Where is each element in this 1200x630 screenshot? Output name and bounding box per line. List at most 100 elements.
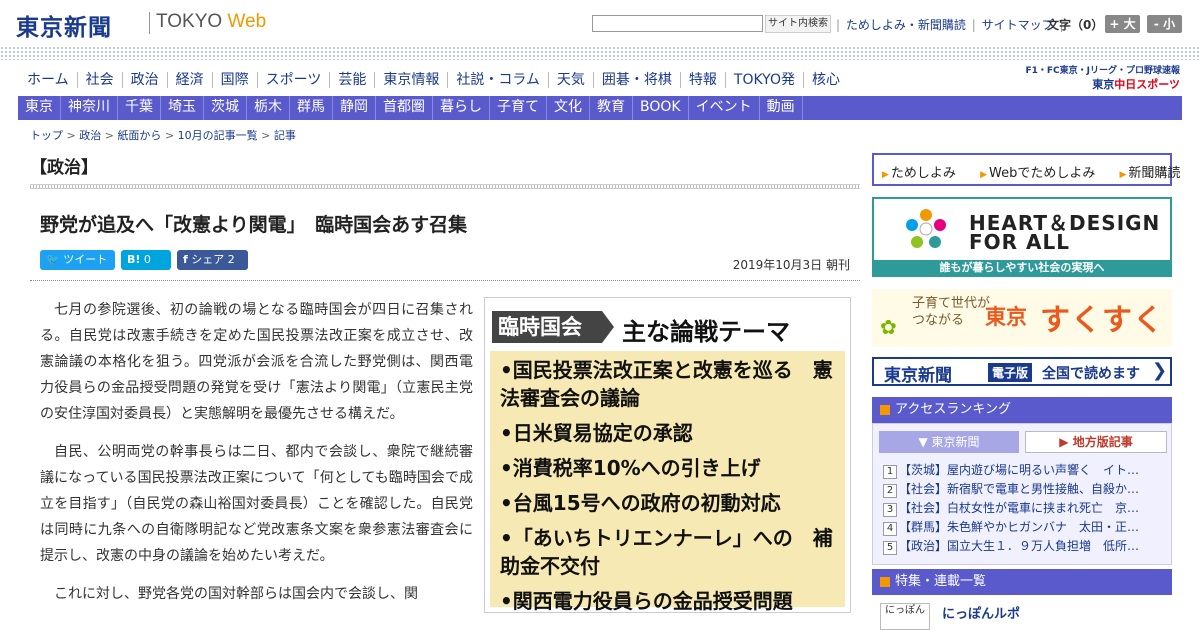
nav-sports[interactable]: スポーツ xyxy=(256,72,330,88)
heart-caption: 誰もが暮らしやすい社会の実現へ xyxy=(874,260,1170,275)
nav-tokyo-hatsu[interactable]: TOKYO発 xyxy=(724,72,803,88)
epaper-logo: 東京新聞 xyxy=(884,366,952,386)
subnav-item[interactable]: 栃木 xyxy=(247,96,290,120)
nav-special-report[interactable]: 特報 xyxy=(679,72,725,88)
subnav-item[interactable]: 教育 xyxy=(590,96,633,120)
font-smaller-button[interactable]: - 小 xyxy=(1147,15,1182,33)
nav-home[interactable]: ホーム xyxy=(18,72,77,88)
figure-item: •関西電力役員らの金品授受問題 xyxy=(500,589,793,613)
chunichi-logo: 東京中日スポーツ xyxy=(1010,76,1180,92)
subnav-item[interactable]: 東京 xyxy=(18,96,61,120)
subscribe-link[interactable]: ▶ 新聞購読 xyxy=(1119,166,1190,181)
facebook-label: シェア xyxy=(191,253,225,266)
nav-society[interactable]: 社会 xyxy=(76,72,122,88)
publish-date: 2019年10月3日 朝刊 xyxy=(732,258,850,272)
nav-economy[interactable]: 経済 xyxy=(166,72,212,88)
nav-igo-shogi[interactable]: 囲碁・将棋 xyxy=(592,72,680,88)
subnav-item[interactable]: 千葉 xyxy=(118,96,161,120)
rank-text: 【社会】新宿駅で電車と男性接触、自殺か… xyxy=(899,482,1140,496)
figure-list: •国民投票法改正案と改憲を巡る 憲法審査会の議論 •日米貿易協定の承認 •消費税… xyxy=(496,356,841,622)
site-logo[interactable]: 東京新聞 xyxy=(16,8,112,42)
ranking-item[interactable]: 4 【群馬】朱色鮮やかヒガンバナ 太田・正… xyxy=(883,518,1168,537)
subnav-item[interactable]: 群馬 xyxy=(290,96,333,120)
rank-text: 【茨城】屋内遊び場に明るい声響く イト… xyxy=(899,463,1140,477)
ranking-item[interactable]: 1 【茨城】屋内遊び場に明るい声響く イト… xyxy=(883,461,1168,480)
arrow-icon: ▶ xyxy=(1119,170,1127,180)
breadcrumb-politics[interactable]: 政治 xyxy=(79,129,101,142)
rank-number: 2 xyxy=(883,484,897,498)
subnav-item[interactable]: 静岡 xyxy=(333,96,376,120)
nav-kakushin[interactable]: 核心 xyxy=(802,72,848,88)
tokyo-sukusuku-banner[interactable]: ✿ 子育て世代が つながる 東京 すくすく xyxy=(872,289,1172,347)
subnav-item[interactable]: 暮らし xyxy=(433,96,490,120)
main-nav: ホーム 社会 政治 経済 国際 スポーツ 芸能 東京情報 社説・コラム 天気 囲碁・将棋 特報 TOKY… xyxy=(18,69,848,91)
web-trial-link[interactable]: ▶ Webでためしよみ xyxy=(980,166,1105,181)
logo-web-text: Web xyxy=(227,11,267,32)
nav-editorial[interactable]: 社説・コラム xyxy=(447,72,548,88)
heart-title-line2: FOR ALL xyxy=(969,230,1070,254)
subnav-item[interactable]: イベント xyxy=(689,96,760,120)
font-size-label: 文字（0） xyxy=(1047,18,1104,32)
nav-tokyo-info[interactable]: 東京情報 xyxy=(374,72,448,88)
nav-weather[interactable]: 天気 xyxy=(547,72,593,88)
subnav-item[interactable]: 神奈川 xyxy=(61,96,118,120)
subnav-item[interactable]: 子育て xyxy=(490,96,547,120)
breadcrumb-top[interactable]: トップ xyxy=(30,129,63,142)
search-input[interactable] xyxy=(592,15,763,32)
caret-right-icon: ▶ xyxy=(1059,435,1073,449)
section-divider xyxy=(30,184,860,189)
subnav-item[interactable]: 首都圏 xyxy=(376,96,433,120)
chunichi-sports-banner[interactable]: F1・FC東京・Jリーグ・プロ野球速報 東京中日スポーツ xyxy=(1010,63,1180,92)
tab-regional-label: 地方版記事 xyxy=(1072,435,1133,449)
nav-politics[interactable]: 政治 xyxy=(121,72,167,88)
chunichi-brand: 中日スポーツ xyxy=(1114,78,1180,91)
nav-international[interactable]: 国際 xyxy=(211,72,257,88)
breadcrumb-month[interactable]: 10月の記事一覧 xyxy=(178,129,258,142)
subnav-item[interactable]: 埼玉 xyxy=(161,96,204,120)
ranking-item[interactable]: 3 【社会】白杖女性が電車に挟まれ死亡 京… xyxy=(883,499,1168,518)
breadcrumb-paper[interactable]: 紙面から xyxy=(117,129,161,142)
figure-tag: 臨時国会 xyxy=(492,311,602,343)
facebook-share-button[interactable]: f シェア 2 xyxy=(177,250,248,270)
heart-design-banner[interactable]: HEART＆DESIGN FOR ALL 誰もが暮らしやすい社会の実現へ xyxy=(872,197,1172,277)
tab-regional[interactable]: ▶ 地方版記事 xyxy=(1025,431,1167,453)
feature-item[interactable]: にっぽん にっぽんルポ xyxy=(872,597,1172,630)
divider: | xyxy=(836,18,841,32)
subnav-item[interactable]: 動画 xyxy=(760,96,803,120)
facebook-count: 2 xyxy=(227,253,235,266)
font-bigger-button[interactable]: + 大 xyxy=(1105,15,1140,33)
figure-item: •国民投票法改正案と改憲を巡る 憲法審査会の議論 xyxy=(500,358,833,410)
chunichi-prefix: 東京 xyxy=(1092,78,1115,91)
rank-text: 【社会】白杖女性が電車に挟まれ死亡 京… xyxy=(899,501,1140,515)
divider: | xyxy=(971,18,976,32)
subnav-item[interactable]: BOOK xyxy=(633,96,689,120)
divider xyxy=(30,280,860,281)
tweet-button[interactable]: 🐦 ツイート xyxy=(40,250,115,270)
figure-header: 臨時国会 主な論戦テーマ xyxy=(490,303,845,351)
tab-tokyo-shimbun[interactable]: ▼ 東京新聞 xyxy=(879,431,1019,453)
subnav-item[interactable]: 茨城 xyxy=(204,96,247,120)
trial-subscribe-link[interactable]: ためしよみ・新聞購読 xyxy=(846,18,966,32)
nav-entertainment[interactable]: 芸能 xyxy=(329,72,375,88)
sitemap-link[interactable]: サイトマップ xyxy=(982,18,1054,32)
article-figure[interactable]: 臨時国会 主な論戦テーマ •国民投票法改正案と改憲を巡る 憲法審査会の議論 •日… xyxy=(484,297,851,613)
features-title: 特集・連載一覧 xyxy=(895,574,987,589)
subnav-item[interactable]: 文化 xyxy=(547,96,590,120)
trial-link[interactable]: ▶ ためしよみ xyxy=(882,166,966,181)
breadcrumb-current: 記事 xyxy=(273,129,296,142)
search-button[interactable]: サイト内検索 xyxy=(765,15,831,33)
sukusuku-logo: すくすく xyxy=(1040,303,1164,338)
epaper-banner[interactable]: 東京新聞 電子版 全国で読めます ❯ xyxy=(872,357,1172,386)
hatena-icon: B! xyxy=(127,253,141,266)
tab-tokyo-label: 東京新聞 xyxy=(931,435,980,449)
breadcrumb-sep: > xyxy=(66,129,76,142)
tokyo-web-logo[interactable]: TOKYO Web xyxy=(156,11,266,33)
rank-number: 3 xyxy=(883,503,897,517)
article-body: 七月の参院選後、初の論戦の場となる臨時国会が四日に召集される。自民党は改憲手続き… xyxy=(40,297,473,619)
hatena-bookmark-button[interactable]: B! 0 xyxy=(121,250,171,270)
rank-text: 【政治】国立大生１．９万人負担増 低所… xyxy=(899,539,1140,553)
ranking-item[interactable]: 5 【政治】国立大生１．９万人負担増 低所… xyxy=(883,537,1168,556)
site-header: 東京新聞 TOKYO Web サイト内検索 | ためしよみ・新聞購読 | サイト… xyxy=(0,0,1200,46)
breadcrumb: トップ > 政治 > 紙面から > 10月の記事一覧 > 記事 xyxy=(30,127,296,143)
ranking-item[interactable]: 2 【社会】新宿駅で電車と男性接触、自殺か… xyxy=(883,480,1168,499)
